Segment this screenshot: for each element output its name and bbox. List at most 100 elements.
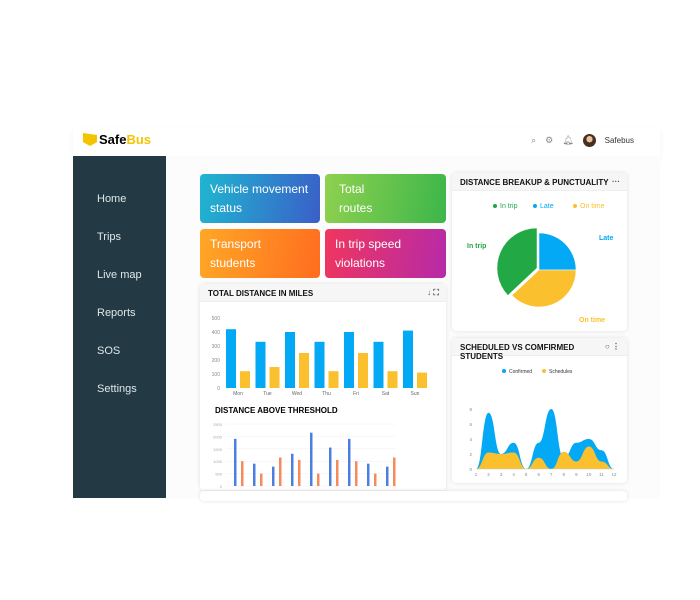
legend-marker	[573, 204, 577, 208]
x-tick-label: 8	[563, 472, 566, 477]
bus-shield-icon	[83, 133, 97, 146]
bar	[403, 330, 413, 388]
circle-icon[interactable]: ○	[605, 342, 610, 351]
students-card: SCHEDULED VS COMFIRMED STUDENTS ○ ⋮ Confi…	[452, 338, 627, 483]
bar	[226, 329, 236, 388]
bar	[314, 341, 325, 388]
fullscreen-icon[interactable]: ⛶	[433, 288, 439, 297]
sidebar-item-sos[interactable]: SOS	[97, 345, 120, 357]
brand-name-accent: Bus	[126, 132, 152, 147]
bar	[386, 466, 389, 486]
x-tick-label: Mon	[233, 391, 243, 397]
bar	[298, 459, 301, 486]
x-tick-label: Wed	[292, 391, 302, 397]
logo[interactable]: Safe Bus	[83, 132, 151, 147]
bar	[367, 463, 370, 486]
card-title: TOTAL DISTANCE IN MILES	[208, 289, 314, 298]
y-tick-label: 0	[217, 386, 220, 392]
bar	[373, 341, 384, 388]
tile-label: In trip speed violations	[335, 237, 402, 270]
bar	[272, 466, 275, 486]
more-icon[interactable]: ···	[612, 177, 620, 186]
bar	[285, 332, 295, 388]
top-header: Safe Bus ⌕ ⚙ 🔔︎ Safebus	[73, 128, 660, 156]
bar	[241, 461, 244, 486]
legend-label: In trip	[500, 203, 518, 210]
x-tick-label: Sat	[382, 391, 390, 397]
bar	[393, 457, 396, 486]
bar	[387, 371, 398, 388]
y-tick-label: 200	[212, 358, 221, 364]
bar	[291, 453, 294, 486]
sidebar: Home Trips Live map Reports SOS Settings	[73, 156, 166, 498]
y-tick-label: 400	[212, 330, 221, 336]
search-icon[interactable]: ⌕	[531, 135, 536, 146]
bar	[234, 438, 237, 486]
x-tick-label: 2	[487, 472, 490, 477]
legend-label: On time	[580, 203, 605, 210]
x-tick-label: 3	[500, 472, 503, 477]
x-tick-label: 9	[575, 472, 578, 477]
sidebar-item-trips[interactable]: Trips	[97, 231, 121, 243]
legend-marker	[533, 204, 537, 208]
y-tick-label: 8	[469, 407, 472, 412]
bar	[299, 353, 309, 388]
sidebar-item-home[interactable]: Home	[97, 193, 126, 205]
avatar[interactable]	[582, 134, 596, 147]
bar	[255, 341, 266, 388]
pie-slice	[538, 232, 577, 271]
bell-icon[interactable]: 🔔︎	[562, 135, 573, 146]
y-tick-label: 1500	[213, 447, 223, 452]
bar	[240, 371, 250, 388]
x-tick-label: 11	[599, 472, 604, 477]
punctuality-pie-chart: In trip Late On time In trip Late On time	[467, 203, 614, 324]
download-icon[interactable]: ↓	[427, 288, 431, 297]
x-tick-label: Sun	[411, 391, 420, 397]
tile-speed-violations[interactable]: In trip speed violations	[325, 229, 446, 278]
bar	[358, 353, 368, 388]
y-tick-label: 100	[212, 372, 221, 378]
bar	[344, 332, 354, 388]
bar	[348, 438, 351, 486]
bar	[269, 367, 280, 388]
y-tick-label: 2000	[213, 434, 223, 439]
slice-label: On time	[579, 317, 605, 324]
y-tick-label: 2500	[213, 422, 223, 427]
y-tick-label: 0	[469, 467, 472, 472]
y-tick-label: 500	[212, 316, 221, 322]
threshold-chart: 0 500 1000 1500 2000 2500	[213, 422, 396, 489]
bar	[374, 473, 377, 486]
bar	[260, 473, 263, 486]
legend-marker	[493, 204, 497, 208]
tile-vehicle-movement[interactable]: Vehicle movement status	[200, 174, 320, 223]
x-tick-label: 7	[550, 472, 553, 477]
distance-card: TOTAL DISTANCE IN MILES ↓ ⛶ 0 100 200 300 400…	[200, 284, 446, 490]
legend-label: Confirmed	[509, 369, 532, 375]
tile-label: Vehicle movement status	[210, 182, 309, 215]
bar	[317, 473, 320, 486]
tile-total-routes[interactable]: Total routes	[325, 174, 446, 223]
slice-label: In trip	[467, 243, 486, 250]
legend-label: Late	[540, 203, 554, 210]
legend-marker	[542, 369, 546, 373]
x-tick-label: 5	[525, 472, 528, 477]
card-title: DISTANCE BREAKUP & PUNCTUALITY	[460, 178, 609, 187]
x-tick-label: Thu	[322, 391, 331, 397]
sidebar-item-settings[interactable]: Settings	[97, 383, 137, 395]
bar	[279, 457, 282, 486]
sidebar-item-live-map[interactable]: Live map	[97, 269, 142, 281]
kebab-icon[interactable]: ⋮	[612, 342, 620, 351]
x-tick-label: 10	[586, 472, 592, 477]
bar	[328, 371, 339, 388]
slice-label: Late	[599, 235, 614, 242]
y-tick-label: 1000	[213, 459, 223, 464]
user-name[interactable]: Safebus	[605, 136, 634, 145]
tile-transport-students[interactable]: Transport students	[200, 229, 320, 278]
bar	[417, 372, 427, 388]
threshold-title: DISTANCE ABOVE THRESHOLD	[215, 406, 338, 415]
sidebar-item-reports[interactable]: Reports	[97, 307, 136, 319]
x-tick-label: 4	[512, 472, 515, 477]
bottom-card	[200, 491, 627, 501]
students-area-chart: Confirmed Schedules024681 2 3 4 5 6 7 8 9 10 11 12	[469, 369, 617, 477]
gear-icon[interactable]: ⚙	[545, 135, 553, 146]
